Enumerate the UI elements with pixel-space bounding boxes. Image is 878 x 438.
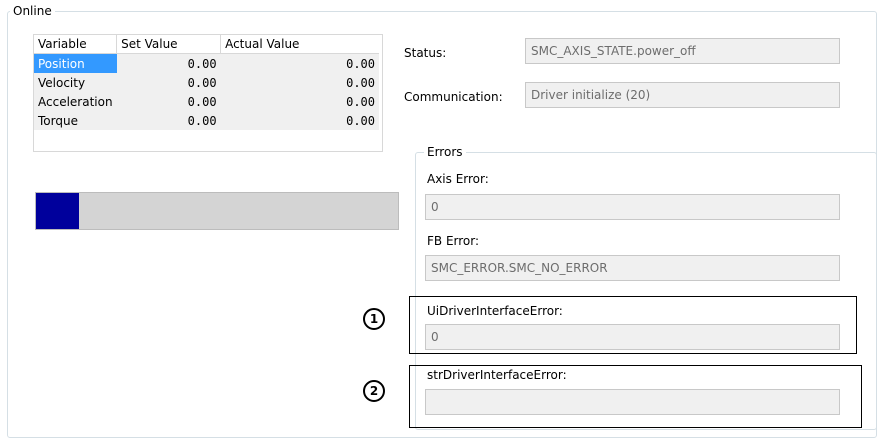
cell-variable: Position — [34, 53, 117, 73]
online-group-title: Online — [10, 4, 55, 18]
cell-actual-value: 0.00 — [220, 53, 379, 73]
cell-set-value: 0.00 — [116, 53, 221, 73]
table-row-position[interactable]: Position 0.00 0.00 — [34, 53, 379, 73]
fb-error-label: FB Error: — [427, 234, 480, 248]
column-header-variable[interactable]: Variable — [34, 35, 118, 54]
cell-actual-value: 0.00 — [220, 111, 379, 130]
variables-table[interactable]: Variable Set Value Actual Value Position… — [33, 34, 383, 152]
column-header-actual-value[interactable]: Actual Value — [220, 35, 379, 54]
progress-bar-fill — [36, 193, 80, 229]
cell-set-value: 0.00 — [116, 73, 221, 92]
cell-set-value: 0.00 — [116, 111, 221, 130]
callout-box-2 — [409, 365, 862, 428]
cell-variable: Velocity — [34, 73, 117, 92]
errors-group-title: Errors — [424, 145, 466, 159]
table-row-torque[interactable]: Torque 0.00 0.00 — [34, 111, 379, 130]
cell-actual-value: 0.00 — [220, 92, 379, 111]
column-header-set-value[interactable]: Set Value — [116, 35, 222, 54]
status-label: Status: — [404, 46, 447, 60]
cell-actual-value: 0.00 — [220, 73, 379, 92]
table-row-velocity[interactable]: Velocity 0.00 0.00 — [34, 73, 379, 92]
communication-label: Communication: — [404, 90, 503, 104]
callout-marker-2: 2 — [363, 380, 385, 402]
communication-field: Driver initialize (20) — [525, 82, 840, 108]
table-header-row: Variable Set Value Actual Value — [34, 35, 379, 54]
table-row-acceleration[interactable]: Acceleration 0.00 0.00 — [34, 92, 379, 111]
status-field: SMC_AXIS_STATE.power_off — [525, 38, 840, 64]
axis-error-field: 0 — [425, 194, 840, 220]
cell-variable: Acceleration — [34, 92, 117, 111]
fb-error-field: SMC_ERROR.SMC_NO_ERROR — [425, 255, 840, 281]
callout-box-1 — [409, 296, 857, 354]
cell-variable: Torque — [34, 111, 117, 130]
progress-bar — [35, 192, 399, 230]
axis-error-label: Axis Error: — [427, 172, 489, 186]
cell-set-value: 0.00 — [116, 92, 221, 111]
callout-marker-1: 1 — [363, 308, 385, 330]
